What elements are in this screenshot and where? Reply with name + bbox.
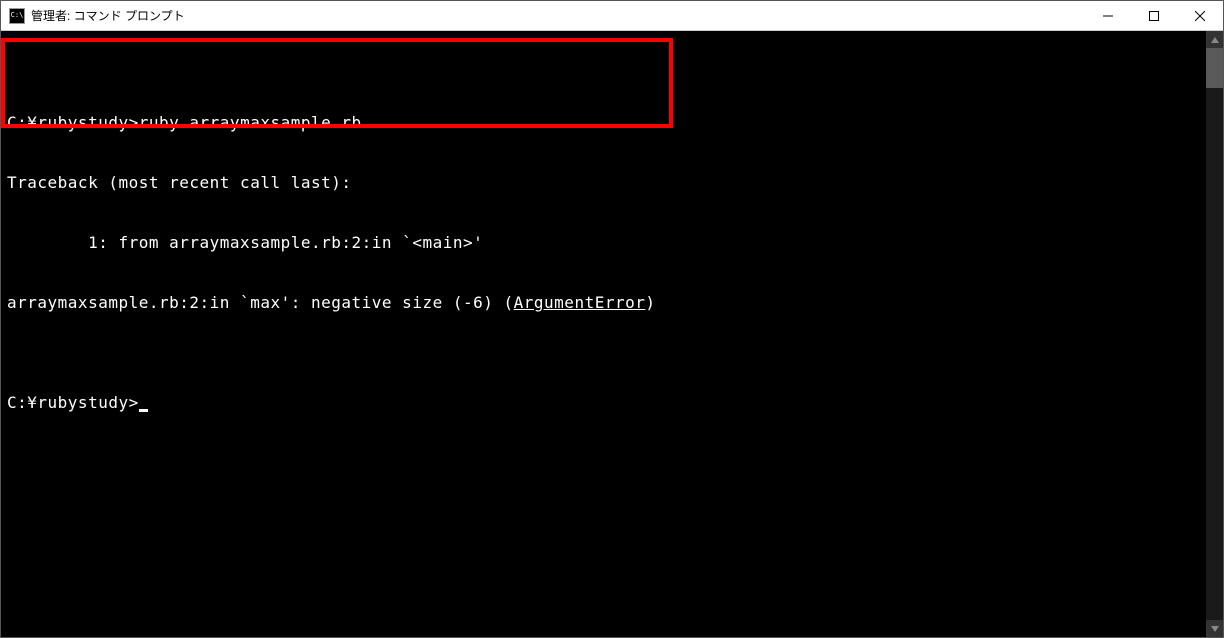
vertical-scrollbar[interactable]	[1206, 31, 1223, 637]
terminal-line: 1: from arraymaxsample.rb:2:in `<main>'	[7, 233, 1202, 253]
scroll-down-button[interactable]	[1206, 620, 1223, 637]
maximize-button[interactable]	[1131, 1, 1177, 30]
terminal-output[interactable]: C:¥rubystudy>ruby arraymaxsample.rb Trac…	[1, 31, 1206, 637]
error-class: ArgumentError	[514, 293, 646, 312]
close-button[interactable]	[1177, 1, 1223, 30]
chevron-down-icon	[1211, 626, 1219, 632]
prompt: C:¥rubystudy>	[7, 393, 139, 412]
window-controls	[1085, 1, 1223, 30]
command-text: ruby arraymaxsample.rb	[139, 113, 362, 132]
close-icon	[1195, 11, 1205, 21]
terminal-wrapper: C:¥rubystudy>ruby arraymaxsample.rb Trac…	[1, 31, 1223, 637]
chevron-up-icon	[1211, 37, 1219, 43]
scroll-up-button[interactable]	[1206, 31, 1223, 48]
cursor	[139, 409, 148, 412]
minimize-icon	[1103, 11, 1113, 21]
minimize-button[interactable]	[1085, 1, 1131, 30]
terminal-line: Traceback (most recent call last):	[7, 173, 1202, 193]
prompt: C:¥rubystudy>	[7, 113, 139, 132]
maximize-icon	[1149, 11, 1159, 21]
app-icon: C:\	[9, 8, 25, 24]
window-title: 管理者: コマンド プロンプト	[31, 7, 185, 24]
terminal-line: C:¥rubystudy>ruby arraymaxsample.rb	[7, 113, 1202, 133]
scrollbar-track[interactable]	[1206, 48, 1223, 620]
scrollbar-thumb[interactable]	[1206, 48, 1223, 88]
terminal-line: arraymaxsample.rb:2:in `max': negative s…	[7, 293, 1202, 313]
terminal-line: C:¥rubystudy>	[7, 393, 1202, 413]
command-prompt-window: C:\ 管理者: コマンド プロンプト C:¥rubystudy>ruby ar…	[0, 0, 1224, 638]
titlebar: C:\ 管理者: コマンド プロンプト	[1, 1, 1223, 31]
